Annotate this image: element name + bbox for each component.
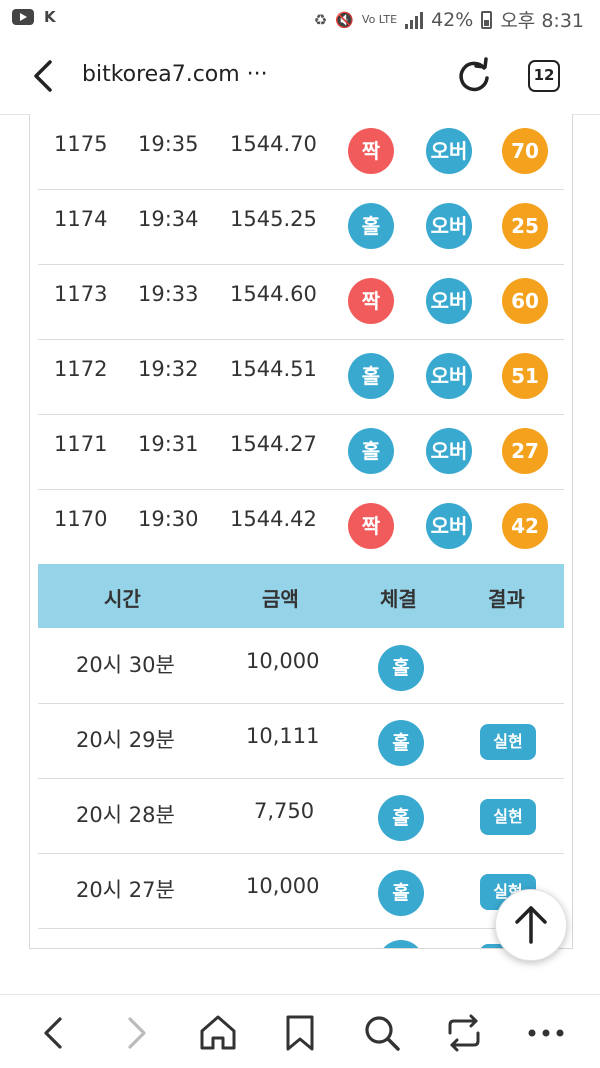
- round-number: 1175: [54, 132, 108, 156]
- header-time: 시간: [104, 587, 141, 611]
- game-row: 1175 19:35 1544.70 짝 오버 70: [38, 114, 564, 190]
- over-under-badge: 오버: [426, 428, 472, 474]
- odd-even-badge: 짝: [348, 128, 394, 174]
- round-time: 19:32: [138, 357, 199, 381]
- round-price: 1544.27: [230, 432, 317, 456]
- bet-row: 20시 29분 10,111 홀 실현: [38, 703, 564, 779]
- round-price: 1544.60: [230, 282, 317, 306]
- last-digits-badge: 70: [502, 128, 548, 174]
- results-board: 1175 19:35 1544.70 짝 오버 70 1174 19:34 15…: [29, 114, 573, 949]
- round-number: 1173: [54, 282, 108, 306]
- bet-time: 20시 27분: [76, 878, 175, 902]
- status-right: ♻ 🔇 Vo LTE 42% 오후 8:31: [314, 6, 584, 33]
- more-menu-icon[interactable]: [524, 1011, 568, 1055]
- address-bar[interactable]: bitkorea7.com ···: [82, 62, 268, 87]
- header-result: 결과: [488, 587, 525, 611]
- last-digits-badge: 60: [502, 278, 548, 324]
- round-time: 19:33: [138, 282, 199, 306]
- round-time: 19:35: [138, 132, 199, 156]
- bet-executed-badge: 홀: [378, 645, 424, 691]
- round-time: 19:31: [138, 432, 199, 456]
- browser-bottom-nav: [0, 994, 600, 1068]
- nav-back-icon[interactable]: [32, 1011, 76, 1055]
- bet-amount: 10,111: [246, 724, 320, 748]
- bet-amount: 10,000: [246, 649, 320, 673]
- odd-even-badge: 홀: [348, 203, 394, 249]
- round-number: 1171: [54, 432, 108, 456]
- share-icon[interactable]: [442, 1011, 486, 1055]
- status-bar: K ♻ 🔇 Vo LTE 42% 오후 8:31: [0, 0, 600, 40]
- header-executed: 체결: [380, 587, 417, 611]
- battery-icon: [481, 10, 493, 29]
- bet-table-header: 시간 금액 체결 결과: [38, 564, 564, 628]
- back-arrow-icon[interactable]: [28, 58, 64, 94]
- bet-row: 20시 30분 10,000 홀: [38, 628, 564, 704]
- round-price: 1544.42: [230, 507, 317, 531]
- bet-executed-badge: 홀: [378, 870, 424, 916]
- scroll-to-top-button[interactable]: [495, 889, 567, 961]
- bet-result-badge: 실현: [480, 724, 536, 760]
- game-row: 1170 19:30 1544.42 짝 오버 42: [38, 489, 564, 564]
- carrier-icon: K: [44, 8, 56, 26]
- header-amount: 금액: [262, 587, 299, 611]
- round-time: 19:34: [138, 207, 199, 231]
- game-row: 1174 19:34 1545.25 홀 오버 25: [38, 189, 564, 265]
- partial-executed-badge: [378, 940, 424, 948]
- round-price: 1545.25: [230, 207, 317, 231]
- arrow-up-icon: [515, 906, 547, 944]
- odd-even-badge: 홀: [348, 353, 394, 399]
- round-price: 1544.51: [230, 357, 317, 381]
- browser-toolbar: bitkorea7.com ··· 12: [0, 40, 600, 115]
- over-under-badge: 오버: [426, 203, 472, 249]
- last-digits-badge: 51: [502, 353, 548, 399]
- last-digits-badge: 27: [502, 428, 548, 474]
- odd-even-badge: 홀: [348, 428, 394, 474]
- bookmark-icon[interactable]: [278, 1011, 322, 1055]
- bet-row: 20시 28분 7,750 홀 실현: [38, 778, 564, 854]
- round-number: 1172: [54, 357, 108, 381]
- game-row: 1173 19:33 1544.60 짝 오버 60: [38, 264, 564, 340]
- status-left: K: [12, 8, 56, 26]
- battery-percent: 42%: [431, 8, 474, 31]
- over-under-badge: 오버: [426, 278, 472, 324]
- bet-executed-badge: 홀: [378, 795, 424, 841]
- search-icon[interactable]: [360, 1011, 404, 1055]
- over-under-badge: 오버: [426, 503, 472, 549]
- bet-time: 20시 28분: [76, 803, 175, 827]
- round-number: 1170: [54, 507, 108, 531]
- mute-icon: 🔇: [335, 10, 354, 29]
- volte-label: Vo LTE: [361, 13, 398, 26]
- bet-row: 20시 27분 10,000 홀 실현: [38, 853, 564, 929]
- game-row: 1172 19:32 1544.51 홀 오버 51: [38, 339, 564, 415]
- odd-even-badge: 짝: [348, 278, 394, 324]
- home-icon[interactable]: [196, 1011, 240, 1055]
- bet-time: 20시 30분: [76, 653, 175, 677]
- tab-count-button[interactable]: 12: [528, 60, 560, 92]
- round-time: 19:30: [138, 507, 199, 531]
- nav-forward-icon[interactable]: [114, 1011, 158, 1055]
- recycle-icon: ♻: [313, 10, 328, 29]
- game-row: 1171 19:31 1544.27 홀 오버 27: [38, 414, 564, 490]
- signal-icon: [405, 11, 424, 29]
- reload-icon[interactable]: [454, 56, 494, 96]
- odd-even-badge: 짝: [348, 503, 394, 549]
- over-under-badge: 오버: [426, 128, 472, 174]
- youtube-icon: [12, 9, 34, 25]
- round-price: 1544.70: [230, 132, 317, 156]
- over-under-badge: 오버: [426, 353, 472, 399]
- bet-result-badge: 실현: [480, 799, 536, 835]
- last-digits-badge: 25: [502, 203, 548, 249]
- bet-amount: 10,000: [246, 874, 320, 898]
- bet-amount: 7,750: [254, 799, 315, 823]
- bet-time: 20시 29분: [76, 728, 175, 752]
- round-number: 1174: [54, 207, 108, 231]
- last-digits-badge: 42: [502, 503, 548, 549]
- status-time: 오후 8:31: [500, 10, 584, 32]
- bet-executed-badge: 홀: [378, 720, 424, 766]
